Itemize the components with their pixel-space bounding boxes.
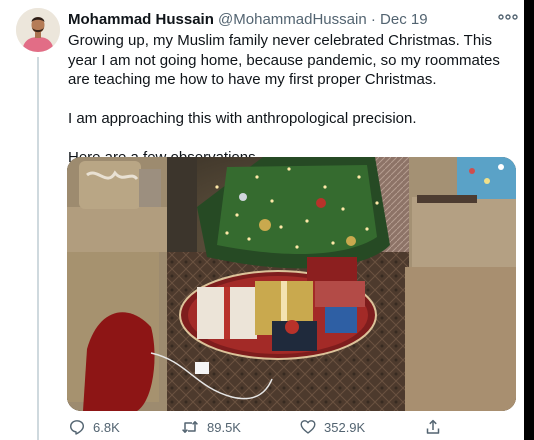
author-handle[interactable]: @MohammadHussain <box>218 11 367 28</box>
author-name[interactable]: Mohammad Hussain <box>68 11 214 28</box>
tweet-date[interactable]: Dec 19 <box>380 11 428 28</box>
reply-icon <box>70 420 84 435</box>
reply-count: 6.8K <box>93 419 120 435</box>
share-icon <box>426 419 440 434</box>
heart-icon <box>300 420 316 434</box>
tweet-card: Mohammad Hussain @MohammadHussain · Dec … <box>0 0 524 440</box>
share-button[interactable] <box>425 419 449 435</box>
separator-dot: · <box>370 11 376 28</box>
tweet-actions: 6.8K 89.5K 352.9K <box>0 414 524 440</box>
more-icon[interactable] <box>497 10 519 24</box>
tweet-paragraph: Growing up, my Muslim family never celeb… <box>68 32 500 88</box>
retweet-button[interactable]: 89.5K <box>181 419 241 435</box>
thread-line <box>37 57 39 440</box>
retweet-icon <box>182 421 198 433</box>
tweet-text: Growing up, my Muslim family never celeb… <box>68 31 518 168</box>
like-button[interactable]: 352.9K <box>300 419 365 435</box>
retweet-count: 89.5K <box>207 419 241 435</box>
like-count: 352.9K <box>324 419 366 435</box>
reply-button[interactable]: 6.8K <box>69 419 120 435</box>
tweet-paragraph: I am approaching this with anthropologic… <box>68 110 417 127</box>
tweet-header: Mohammad Hussain @MohammadHussain · Dec … <box>68 11 428 29</box>
tweet-photo[interactable] <box>67 157 516 411</box>
avatar[interactable] <box>16 8 60 52</box>
